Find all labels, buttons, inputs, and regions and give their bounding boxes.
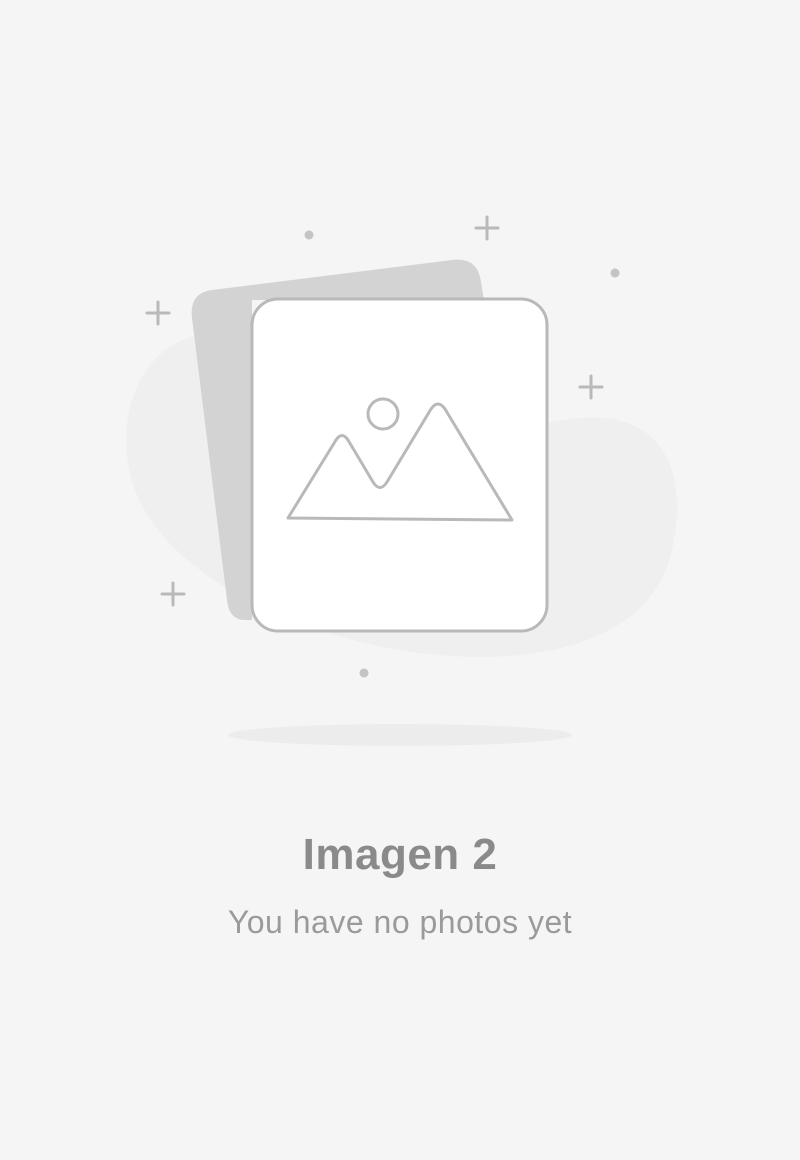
sparkle-dot bbox=[304, 230, 314, 240]
sparkle-dot bbox=[610, 268, 620, 278]
sparkle-plus-icon bbox=[145, 300, 171, 326]
no-photos-illustration bbox=[126, 215, 678, 746]
front-photo-card bbox=[250, 297, 549, 633]
sparkle-plus-icon bbox=[578, 374, 604, 400]
sparkle-plus-icon bbox=[160, 581, 186, 607]
sparkle-plus-icon bbox=[474, 215, 500, 241]
sparkle-dot bbox=[359, 668, 369, 678]
empty-state-title: Imagen 2 bbox=[302, 830, 498, 879]
ground-shadow bbox=[228, 724, 572, 746]
empty-state-message: You have no photos yet bbox=[227, 904, 573, 940]
